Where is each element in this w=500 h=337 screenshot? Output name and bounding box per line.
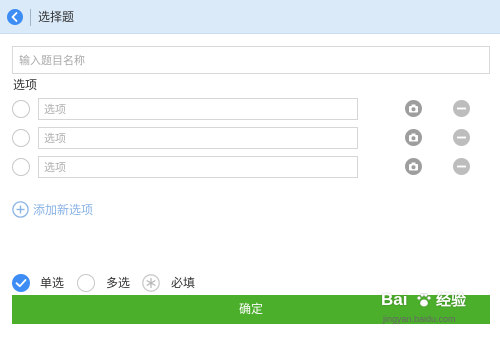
option-row — [0, 126, 500, 150]
option-radio[interactable] — [12, 100, 30, 118]
chevron-left-icon — [11, 12, 18, 22]
add-option-label: 添加新选项 — [33, 203, 94, 217]
single-choice-radio[interactable] — [12, 274, 30, 292]
checkmark-icon — [15, 279, 27, 288]
multi-choice-radio[interactable] — [77, 274, 95, 292]
question-name-input[interactable] — [12, 46, 490, 74]
plus-circle-icon — [12, 201, 29, 218]
camera-icon[interactable] — [405, 100, 422, 117]
camera-icon[interactable] — [405, 129, 422, 146]
watermark-logo: Bai — [381, 290, 408, 309]
remove-option-icon[interactable] — [453, 158, 470, 175]
option-radio[interactable] — [12, 158, 30, 176]
page-title: 选择题 — [38, 10, 75, 24]
header-divider — [30, 9, 31, 26]
remove-option-icon[interactable] — [453, 129, 470, 146]
single-choice-label: 单选 — [40, 276, 65, 290]
option-input[interactable] — [38, 98, 358, 120]
required-asterisk-icon[interactable] — [142, 274, 160, 292]
option-radio[interactable] — [12, 129, 30, 147]
options-section-label: 选项 — [13, 78, 38, 92]
watermark-url: jingyan.baidu.com — [383, 314, 456, 324]
multi-choice-label: 多选 — [106, 276, 131, 290]
header-bar: 选择题 — [0, 0, 500, 34]
baidu-jingyan-watermark: Bai 经验 jingyan.baidu.com — [381, 290, 497, 330]
option-input[interactable] — [38, 127, 358, 149]
paw-icon — [416, 292, 432, 307]
option-row — [0, 155, 500, 179]
option-row — [0, 97, 500, 121]
required-label: 必填 — [171, 276, 196, 290]
camera-icon[interactable] — [405, 158, 422, 175]
back-button[interactable] — [7, 9, 23, 25]
remove-option-icon[interactable] — [453, 100, 470, 117]
watermark-logo-suffix: 经验 — [436, 291, 467, 309]
option-input[interactable] — [38, 156, 358, 178]
